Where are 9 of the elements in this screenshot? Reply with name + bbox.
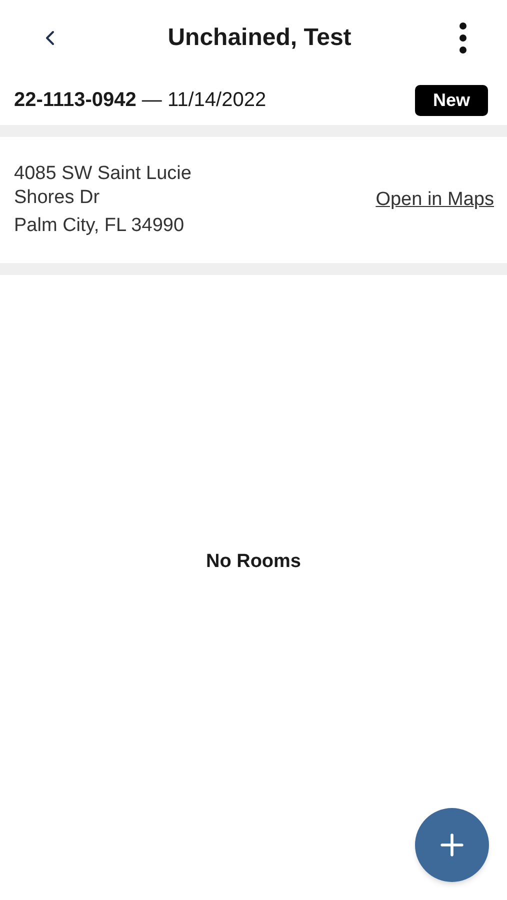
page-title: Unchained, Test — [168, 22, 352, 52]
street-address: 4085 SW Saint Lucie Shores Dr — [14, 162, 192, 210]
status-badge: New — [414, 84, 488, 116]
more-icon — [458, 22, 468, 54]
empty-rooms-message: No Rooms — [206, 550, 301, 574]
more-options-button[interactable] — [457, 20, 469, 54]
city-address: Palm City, FL 34990 — [14, 214, 186, 238]
open-in-maps-link[interactable]: Open in Maps — [376, 186, 494, 214]
job-number-date: 22-1113-0942 — 11/14/2022 — [14, 88, 266, 113]
